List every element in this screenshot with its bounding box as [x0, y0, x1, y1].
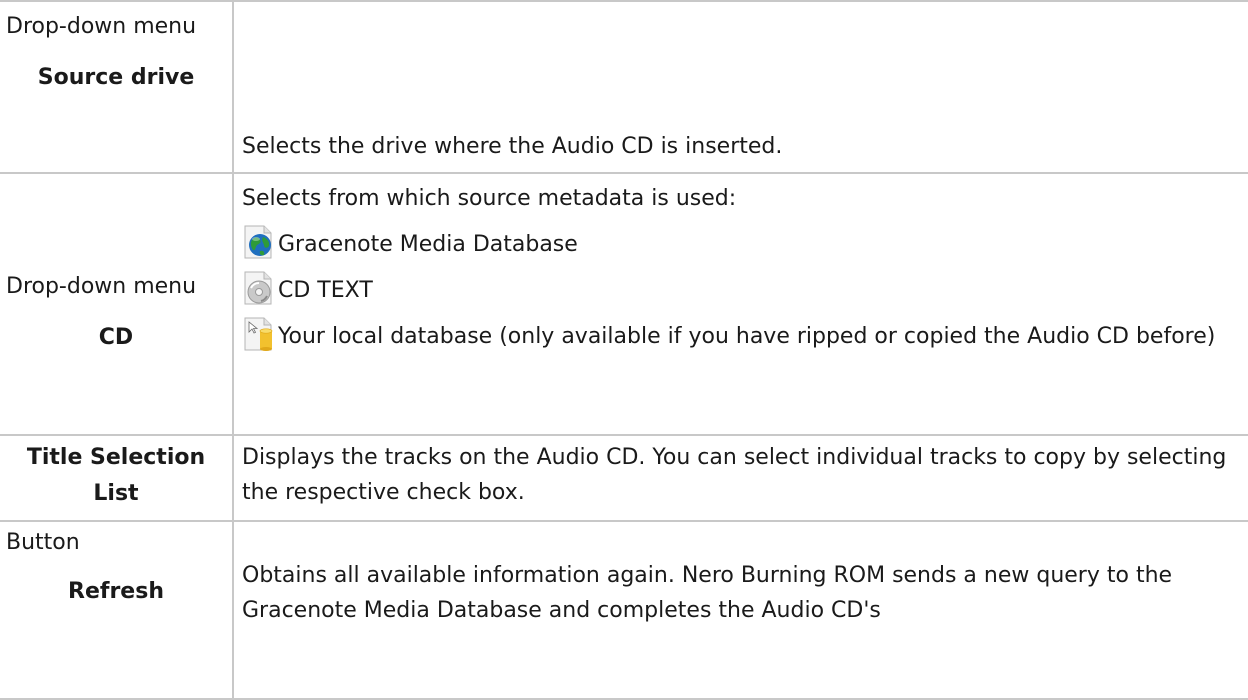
source-item-cdtext: CD TEXT: [242, 271, 1240, 308]
source-label: CD TEXT: [278, 278, 373, 303]
element-type: Drop-down menu: [6, 274, 197, 299]
element-type: Drop-down menu: [6, 14, 197, 39]
table-row: Drop-down menu CD Selects from which sou…: [0, 172, 1248, 436]
element-name: Source drive: [37, 65, 195, 90]
table-row: Drop-down menu Source drive Selects the …: [0, 0, 1248, 174]
description-text: Selects the drive where the Audio CD is …: [242, 134, 783, 159]
term-cell: Button Refresh: [0, 520, 234, 700]
description-cell: Displays the tracks on the Audio CD. You…: [232, 434, 1248, 522]
element-type: Button: [6, 530, 80, 555]
description-text: Selects from which source metadata is us…: [242, 186, 737, 211]
source-label: Your local database (only available if y…: [278, 324, 1216, 349]
term-cell: Drop-down menu Source drive: [0, 0, 234, 174]
element-name: CD: [98, 325, 134, 350]
table-row: Button Refresh Obtains all available inf…: [0, 520, 1248, 700]
source-item-gracenote: Gracenote Media Database: [242, 225, 1240, 262]
table-row: Title Selection List Displays the tracks…: [0, 434, 1248, 522]
source-item-local-database: Your local database (only available if y…: [242, 317, 1240, 354]
local-database-icon: [244, 317, 273, 351]
source-label: Gracenote Media Database: [278, 232, 578, 257]
element-name: Refresh: [68, 579, 164, 604]
element-name: Title Selection List: [26, 445, 206, 506]
description-text: Displays the tracks on the Audio CD. You…: [242, 445, 1227, 505]
cd-disc-icon: [244, 271, 272, 305]
term-cell: Drop-down menu CD: [0, 172, 234, 436]
description-text: Obtains all available information again.…: [242, 563, 1173, 623]
description-cell: Obtains all available information again.…: [232, 520, 1248, 700]
description-cell: Selects the drive where the Audio CD is …: [232, 0, 1248, 174]
reference-table: Drop-down menu Source drive Selects the …: [0, 0, 1248, 700]
globe-icon: [244, 225, 272, 259]
description-cell: Selects from which source metadata is us…: [232, 172, 1248, 436]
term-cell: Title Selection List: [0, 434, 234, 522]
